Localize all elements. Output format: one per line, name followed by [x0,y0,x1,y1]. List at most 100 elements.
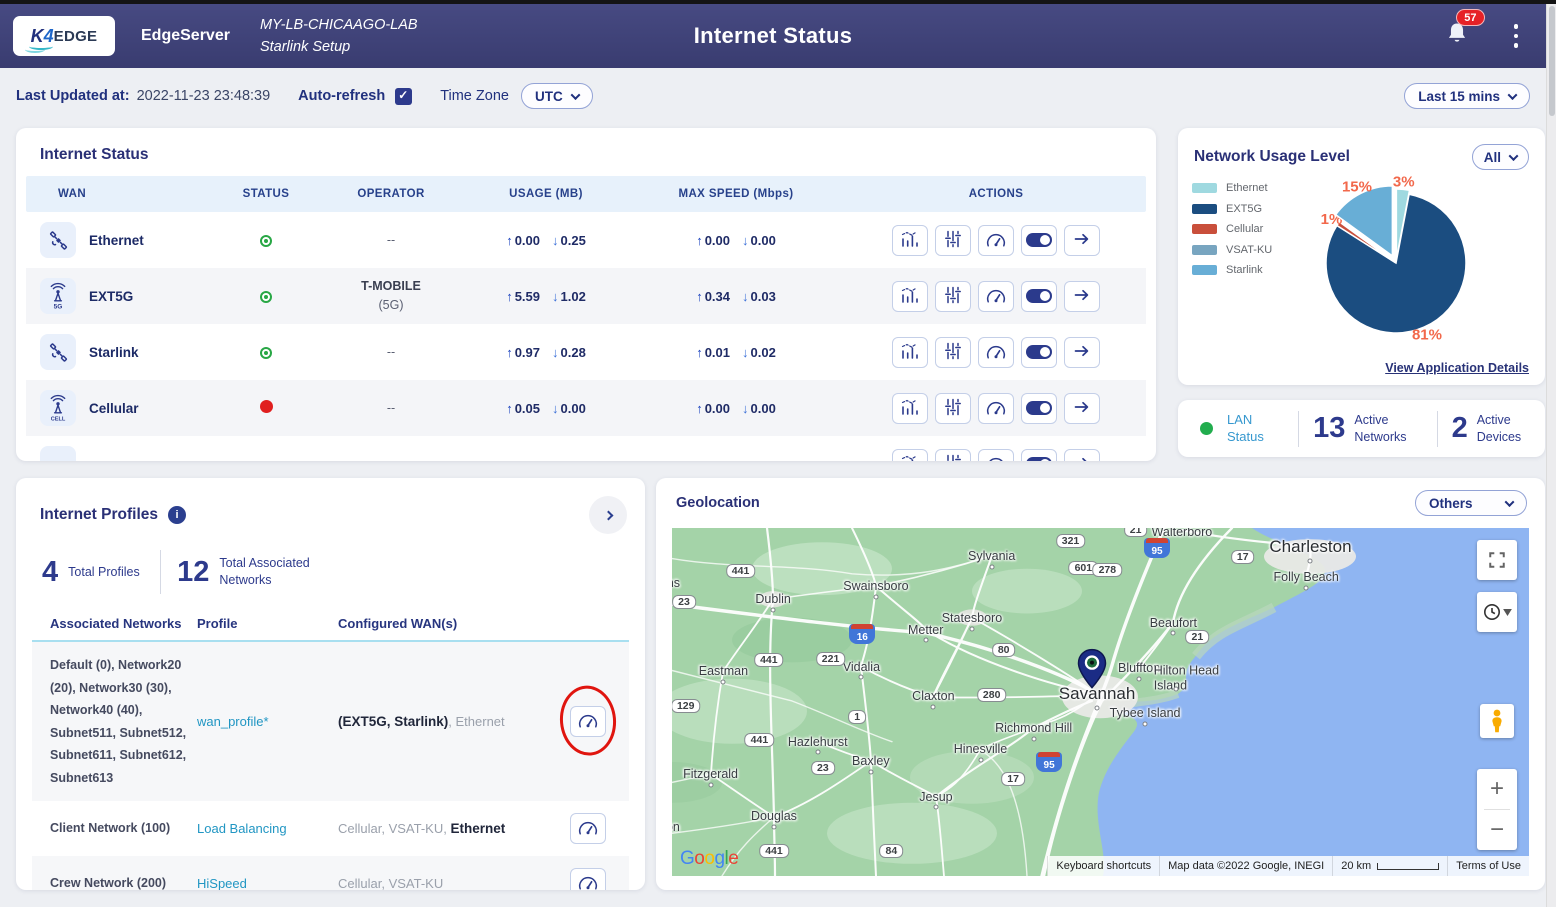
profile-speed-test-button[interactable] [570,868,606,890]
usage-cell: ↑0.00↓0.25 [466,233,626,248]
arrow-right-icon [1073,344,1091,361]
profile-speed-test-button[interactable] [570,813,606,844]
enable-toggle[interactable] [1021,281,1057,312]
wan-name-cell: CELLCellular [26,390,216,426]
time-range-select[interactable]: Last 15 mins [1404,83,1530,109]
details-button[interactable] [1064,449,1100,462]
map-city-label: Richmond Hill [995,721,1072,735]
page-scrollbar[interactable] [1546,4,1556,907]
statistics-button[interactable] [892,225,928,256]
arrow-right-icon [1073,456,1091,462]
map-city-label: fton [672,820,680,834]
configure-button[interactable] [935,281,971,312]
column-header: USAGE (MB) [466,188,626,200]
wan-name: EXT5G [89,289,133,304]
status-indicator-up [262,349,270,357]
statistics-button[interactable] [892,449,928,462]
active-devices-label: Active Devices [1477,412,1545,445]
map-city-dot [1304,586,1309,591]
dropdown-arrow-icon [1503,609,1512,616]
map-city-dot [708,782,713,787]
lan-status-card: LAN Status 13 Active Networks 2 Active D… [1178,400,1545,457]
enable-toggle[interactable] [1021,337,1057,368]
enable-toggle[interactable] [1021,449,1057,462]
antenna-cell-icon: CELL [40,390,76,426]
site-setup: Starlink Setup [260,36,418,58]
keyboard-shortcuts-button[interactable]: Keyboard shortcuts [1047,856,1159,876]
configure-button[interactable] [935,225,971,256]
brand-logo[interactable]: K4EDGE [13,16,115,56]
pegman-control[interactable] [1480,704,1514,738]
location-marker[interactable] [1077,649,1107,694]
info-icon[interactable] [168,506,186,524]
card-title: Internet Status [40,146,1156,164]
details-button[interactable] [1064,337,1100,368]
auto-refresh-checkbox[interactable] [395,88,412,105]
profile-speed-test-button[interactable] [570,706,606,737]
map-city-label: Charleston [1269,537,1351,557]
speed-test-button[interactable] [978,281,1014,312]
enable-toggle[interactable] [1021,393,1057,424]
operator-text: T-MOBILE [316,277,466,296]
arrow-right-icon [1073,400,1091,417]
arrow-right-icon [1073,288,1091,305]
notifications-button[interactable]: 57 [1444,20,1470,52]
geo-filter-select[interactable]: Others [1415,490,1527,516]
google-logo: Google [680,848,738,870]
time-history-button[interactable] [1477,592,1517,632]
expand-profiles-button[interactable] [589,496,627,534]
us-route-shield: 221 [816,652,846,666]
speed-test-button[interactable] [978,449,1014,462]
map-city-dot [989,564,994,569]
legend-item: VSAT-KU [1192,244,1272,256]
chevron-down-icon [570,90,580,100]
toggle-on-icon [1026,457,1052,461]
last-updated-value: 2022-11-23 23:48:39 [137,88,271,104]
profiles-table-header: Associated Networks Profile Configured W… [32,616,629,642]
speed-test-button[interactable] [978,225,1014,256]
status-indicator-up [262,237,270,245]
zoom-in-button[interactable]: + [1477,769,1517,809]
zoom-out-button[interactable]: − [1477,810,1517,850]
card-title: Internet Profiles [40,506,158,524]
details-button[interactable] [1064,281,1100,312]
statistics-button[interactable] [892,281,928,312]
configure-button[interactable] [935,449,971,462]
scrollbar-thumb[interactable] [1549,6,1555,116]
speed-test-button[interactable] [978,337,1014,368]
time-zone-select[interactable]: UTC [521,83,593,109]
map-city-label: Metter [908,623,943,637]
google-map[interactable]: SylvaniaSwainsboroDublinStatesboroMetter… [672,528,1529,876]
terms-of-use-link[interactable]: Terms of Use [1447,856,1529,876]
column-header: ACTIONS [846,188,1146,200]
down-arrow-icon: ↓ [742,233,749,248]
map-city-dot [969,626,974,631]
lan-status-indicator [1200,422,1213,435]
profile-link[interactable]: HiSpeed [197,876,247,890]
internet-profiles-card: Internet Profiles 4 Total Profiles 12 To… [16,478,645,890]
map-attribution: Keyboard shortcuts Map data ©2022 Google… [1047,856,1529,876]
statistics-button[interactable] [892,337,928,368]
details-button[interactable] [1064,393,1100,424]
statistics-button[interactable] [892,393,928,424]
profile-link[interactable]: Load Balancing [197,821,287,836]
zoom-control: + − [1477,769,1517,850]
status-indicator-down [260,400,273,413]
view-application-details-link[interactable]: View Application Details [1385,361,1529,375]
configured-wans-cell: Cellular, VSAT-KU [322,876,547,890]
legend-item: EXT5G [1192,203,1272,215]
map-city-dot [1095,705,1100,710]
wan-name: Starlink [89,345,139,360]
configure-button[interactable] [935,393,971,424]
details-button[interactable] [1064,225,1100,256]
wan-row-cellular: CELLCellular--↑0.05↓0.00↑0.00↓0.00 [26,380,1146,436]
profile-link[interactable]: wan_profile* [197,714,269,729]
configure-button[interactable] [935,337,971,368]
window-top-strip [0,0,1556,4]
enable-toggle[interactable] [1021,225,1057,256]
fullscreen-button[interactable] [1477,540,1517,580]
map-city-label: Swainsboro [843,579,908,593]
menu-kebab-icon[interactable] [1510,20,1523,52]
speed-test-button[interactable] [978,393,1014,424]
pie-percentage-label: 3% [1393,173,1415,190]
